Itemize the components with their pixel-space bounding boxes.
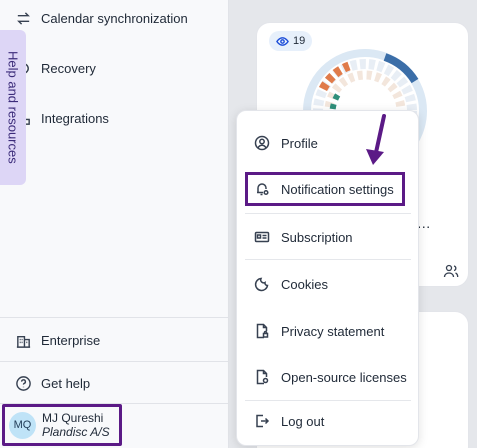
menu-item-notification-settings[interactable]: Notification settings: [237, 169, 420, 209]
document-license-icon: [253, 368, 271, 386]
sidebar-item-get-help[interactable]: Get help: [0, 361, 229, 405]
sidebar-item-calendar-sync[interactable]: Calendar synchronization: [0, 0, 229, 40]
menu-item-label: Subscription: [281, 229, 353, 245]
menu-item-label: Privacy statement: [281, 323, 385, 339]
sidebar: Calendar synchronization Recovery Integr…: [0, 0, 229, 448]
sidebar-item-label: Get help: [41, 375, 91, 391]
views-badge: 19: [269, 31, 313, 51]
menu-item-privacy-statement[interactable]: Privacy statement: [237, 311, 420, 351]
menu-item-label: Profile: [281, 135, 318, 151]
sync-arrows-icon: [14, 9, 32, 27]
sidebar-item-label: Integrations: [41, 110, 109, 126]
sidebar-item-recovery[interactable]: Recovery: [0, 46, 229, 90]
avatar: MQ: [9, 411, 36, 439]
sidebar-item-label: Enterprise: [41, 332, 101, 348]
annotation-arrow-icon: [366, 114, 386, 165]
menu-item-label: Notification settings: [281, 181, 394, 197]
menu-item-profile[interactable]: Profile: [237, 123, 420, 163]
menu-divider: [245, 213, 411, 214]
question-circle-icon: [14, 374, 32, 392]
logout-icon: [253, 412, 271, 430]
bell-settings-icon: [253, 180, 271, 198]
sidebar-item-label: Calendar synchronization: [41, 10, 188, 26]
help-tab-label: Help and resources: [5, 51, 21, 164]
menu-item-log-out[interactable]: Log out: [237, 401, 420, 441]
document-lock-icon: [253, 322, 271, 340]
sidebar-item-enterprise[interactable]: Enterprise: [0, 318, 229, 362]
help-and-resources-tab[interactable]: Help and resources: [0, 30, 26, 185]
sidebar-item-integrations[interactable]: Integrations: [0, 96, 229, 140]
menu-item-label: Open-source licenses: [281, 369, 407, 385]
cookie-icon: [253, 275, 271, 293]
menu-item-cookies[interactable]: Cookies: [237, 264, 420, 304]
building-icon: [14, 331, 32, 349]
user-info: MJ Qureshi Plandisc A/S: [42, 411, 110, 439]
menu-item-open-source-licenses[interactable]: Open-source licenses: [237, 357, 420, 397]
menu-item-label: Cookies: [281, 276, 328, 292]
menu-divider: [245, 259, 411, 260]
id-card-icon: [253, 228, 271, 246]
user-circle-icon: [253, 134, 271, 152]
menu-item-subscription[interactable]: Subscription: [237, 217, 420, 257]
user-profile-button[interactable]: MQ MJ Qureshi Plandisc A/S: [2, 404, 122, 446]
user-name: MJ Qureshi: [42, 411, 104, 425]
eye-icon: [276, 36, 289, 46]
account-menu: Profile Notification settings Subscripti…: [236, 110, 419, 446]
people-icon[interactable]: [443, 263, 459, 279]
user-organization: Plandisc A/S: [42, 425, 110, 439]
views-count: 19: [293, 35, 306, 47]
sidebar-item-label: Recovery: [41, 60, 96, 76]
menu-item-label: Log out: [281, 413, 325, 429]
